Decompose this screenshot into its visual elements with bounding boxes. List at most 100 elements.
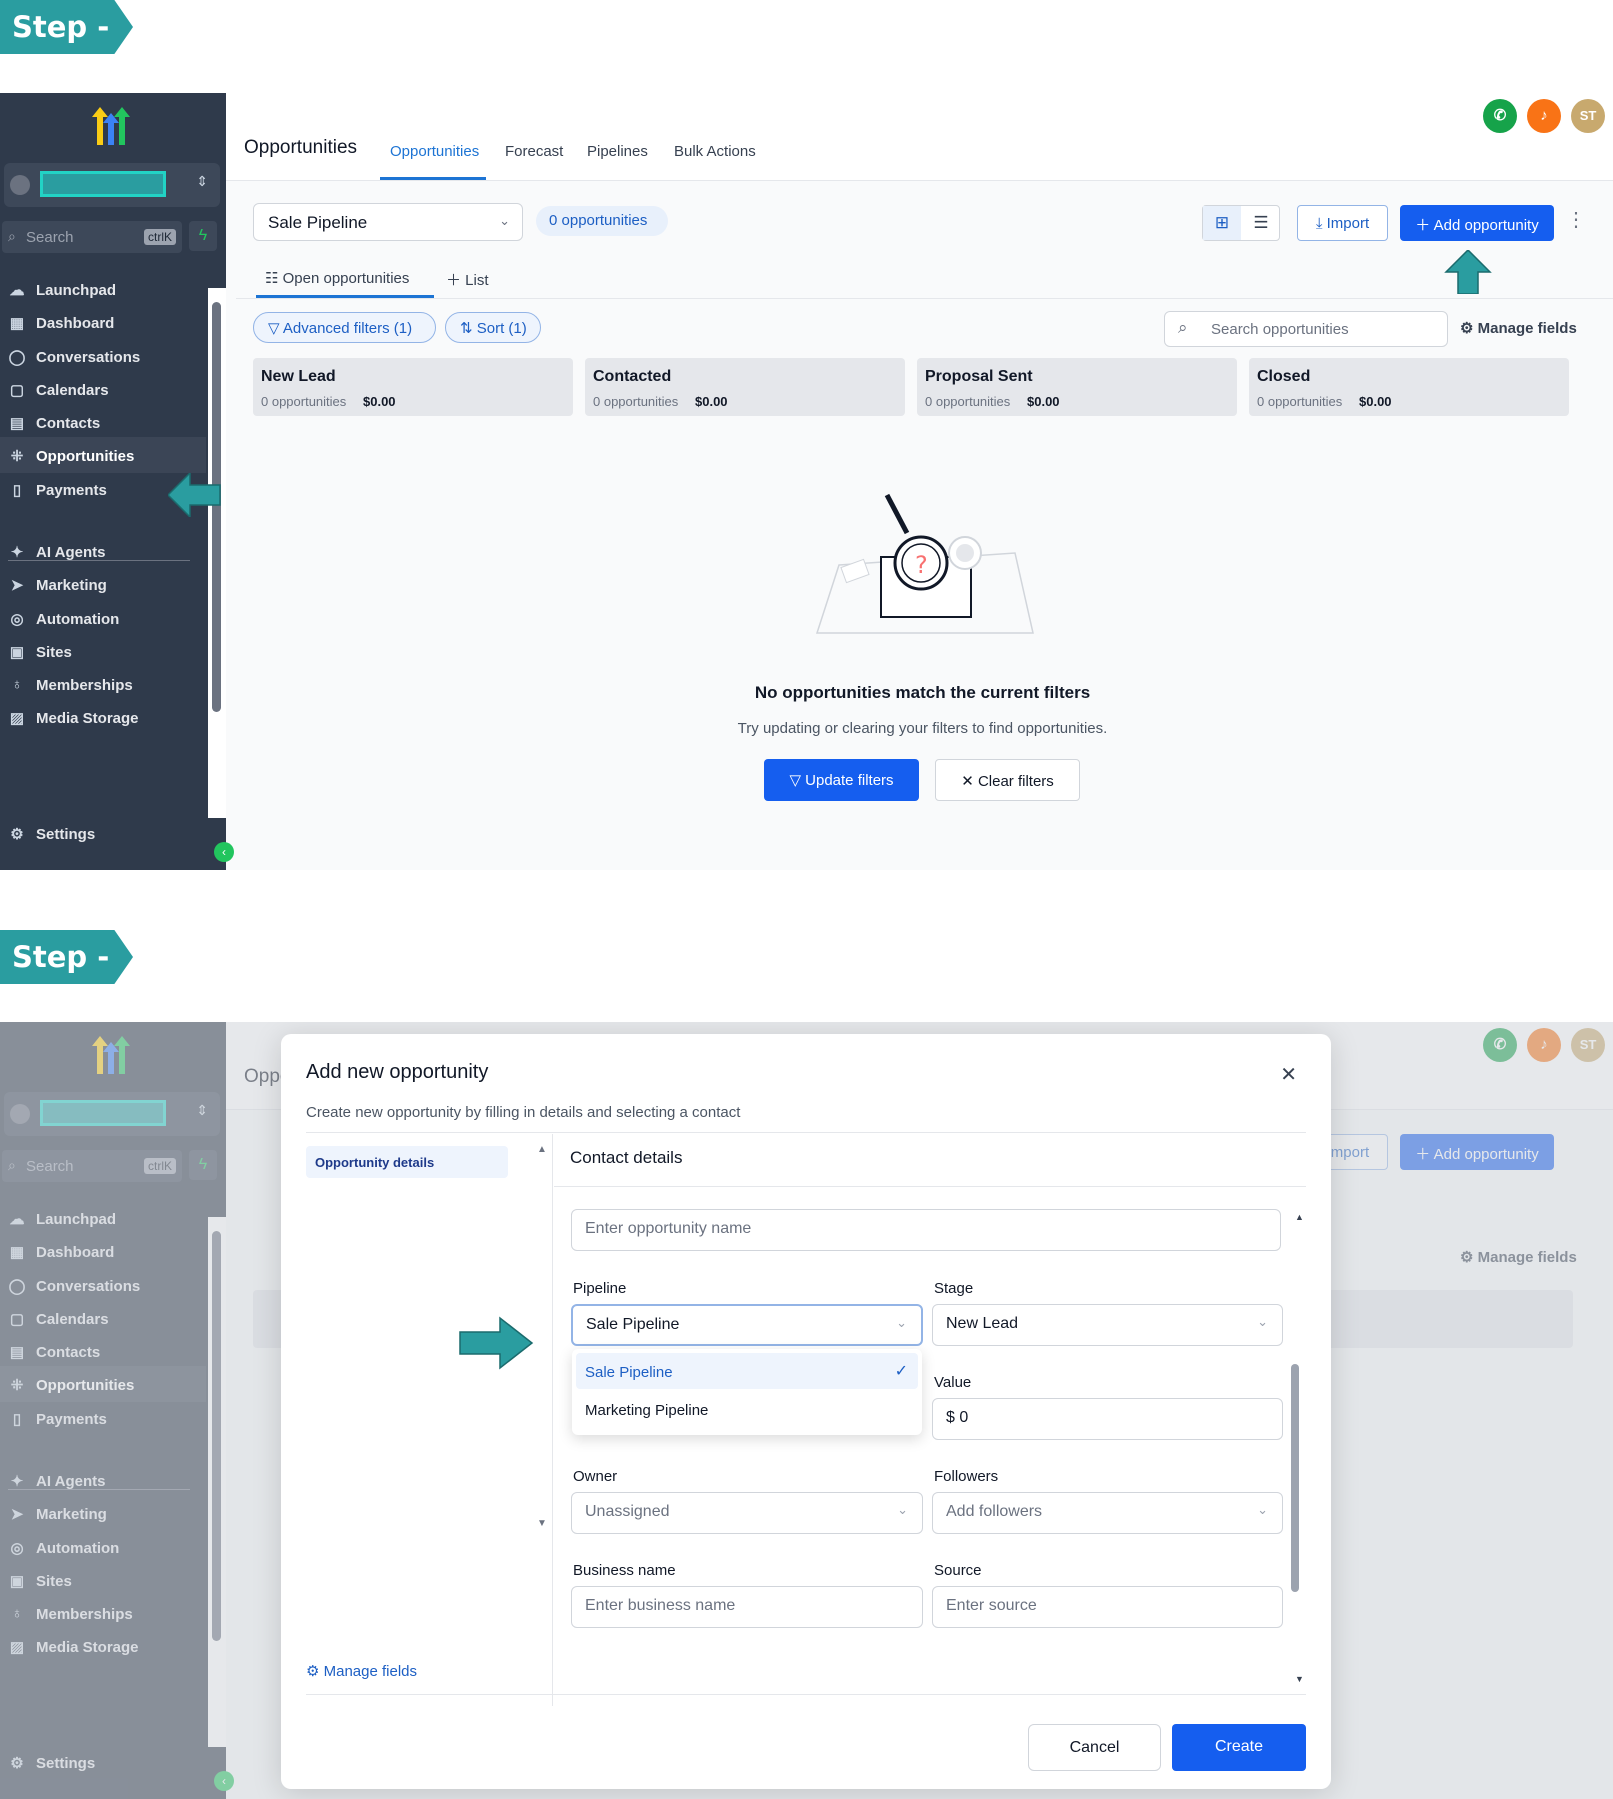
nav-opportunity-details[interactable]: Opportunity details <box>306 1146 508 1178</box>
bell-icon[interactable]: ♪ <box>1527 99 1561 133</box>
sidebar-item-ai-agents[interactable]: ✦ AI Agents <box>0 533 206 569</box>
sidebar-item-launchpad[interactable]: ☁ Launchpad <box>0 271 206 307</box>
payments-icon: ▯ <box>12 482 22 499</box>
plus-icon: ＋ <box>1415 217 1434 234</box>
board-view-icon[interactable]: ⊞ <box>1203 206 1241 240</box>
opportunity-name-input[interactable]: Enter opportunity name <box>571 1209 1281 1251</box>
more-options-icon[interactable]: ⋮ <box>1566 207 1586 232</box>
business-name-label: Business name <box>573 1562 676 1579</box>
filter-icon: ▽ <box>789 772 806 789</box>
tab-pipelines[interactable]: Pipelines <box>587 143 648 160</box>
followers-placeholder: Add followers <box>946 1503 1043 1520</box>
stage-count: 0 opportunities <box>1257 394 1343 409</box>
opportunities-icon: ⁜ <box>10 448 24 465</box>
add-opportunity-button[interactable]: ＋ Add opportunity <box>1400 205 1554 241</box>
sidebar-item-label: Launchpad <box>36 282 117 299</box>
sidebar-search[interactable]: ⌕ Search ctrlK <box>2 221 182 253</box>
annotation-arrow-right <box>459 1316 534 1370</box>
stage-value: $0.00 <box>1359 394 1392 409</box>
step-1-badge: Step - 1 <box>0 0 133 54</box>
add-list-tab[interactable]: ＋ List <box>446 269 489 290</box>
owner-select[interactable]: Unassigned ⌄ <box>571 1492 923 1534</box>
sidebar-item-calendars[interactable]: ▢ Calendars <box>0 371 206 407</box>
owner-select-value: Unassigned <box>585 1503 670 1520</box>
automation-icon: ◎ <box>10 611 24 628</box>
app-logo <box>92 107 130 145</box>
tab-open-opportunities[interactable]: ☷ Open opportunities <box>265 269 409 287</box>
chevron-down-icon: ⌄ <box>499 213 510 228</box>
create-button[interactable]: Create <box>1172 1724 1306 1771</box>
sidebar-search-placeholder: Search <box>26 229 74 246</box>
form-scrollbar-thumb[interactable] <box>1291 1364 1299 1592</box>
cancel-button[interactable]: Cancel <box>1028 1724 1161 1771</box>
followers-select[interactable]: Add followers ⌄ <box>932 1492 1283 1534</box>
stage-title: Proposal Sent <box>925 368 1033 385</box>
active-tab-indicator <box>380 177 486 180</box>
bolt-icon[interactable]: ϟ <box>189 221 217 251</box>
annotation-arrow-up <box>1444 250 1492 294</box>
pipeline-select[interactable]: Sale Pipeline ⌄ <box>253 203 523 241</box>
divider <box>552 1134 553 1706</box>
sidebar-item-settings[interactable]: ⚙ Settings <box>0 815 206 851</box>
user-avatar[interactable]: ST <box>1571 99 1605 133</box>
tab-forecast[interactable]: Forecast <box>505 143 563 160</box>
phone-icon[interactable]: ✆ <box>1483 99 1517 133</box>
update-filters-label: Update filters <box>805 772 894 789</box>
form-scroll-up-icon[interactable]: ▲ <box>1295 1212 1304 1222</box>
stage-count: 0 opportunities <box>925 394 1011 409</box>
sidebar-item-label: Payments <box>36 482 107 499</box>
tab-bulk-actions[interactable]: Bulk Actions <box>674 143 756 160</box>
filter-label: Advanced filters (1) <box>282 320 413 337</box>
value-input[interactable]: $ 0 <box>932 1398 1283 1440</box>
advanced-filters-button[interactable]: ▽ Advanced filters (1) <box>253 312 436 343</box>
chevron-down-icon: ⌄ <box>1257 1502 1268 1517</box>
sparkle-icon: ✦ <box>10 544 24 561</box>
source-input[interactable]: Enter source <box>932 1586 1283 1628</box>
stage-select[interactable]: New Lead ⌄ <box>932 1304 1283 1346</box>
close-icon: ✕ <box>961 773 978 790</box>
sidebar-item-contacts[interactable]: ▤ Contacts <box>0 404 206 440</box>
scroll-down-icon[interactable]: ▼ <box>537 1518 547 1529</box>
tab-opportunities[interactable]: Opportunities <box>390 143 479 160</box>
sidebar-item-marketing[interactable]: ➤ Marketing <box>0 566 206 602</box>
search-opportunities-input[interactable]: ⌕ Search opportunities <box>1164 311 1448 347</box>
clear-filters-button[interactable]: ✕ Clear filters <box>935 759 1080 801</box>
stage-count: 0 opportunities <box>261 394 347 409</box>
stage-select-value: New Lead <box>946 1315 1019 1332</box>
sidebar-item-label: Automation <box>36 611 120 628</box>
stage-title: Contacted <box>593 368 672 385</box>
annotation-arrow-left <box>168 473 221 517</box>
view-toggle: ⊞ ☰ <box>1202 205 1280 241</box>
business-name-input[interactable]: Enter business name <box>571 1586 923 1628</box>
sidebar-item-dashboard[interactable]: ▦ Dashboard <box>0 304 206 340</box>
pipeline-select-value: Sale Pipeline <box>268 213 368 232</box>
sidebar-item-automation[interactable]: ◎ Automation <box>0 600 206 636</box>
shortcut-badge: ctrlK <box>144 229 176 245</box>
sidebar-item-conversations[interactable]: ◯ Conversations <box>0 338 206 374</box>
form-scroll-down-icon[interactable]: ▼ <box>1295 1674 1304 1684</box>
option-sale-pipeline[interactable]: Sale Pipeline ✓ <box>576 1353 918 1389</box>
collapse-sidebar-icon[interactable]: ‹ <box>214 842 234 862</box>
close-icon[interactable]: ✕ <box>1280 1062 1297 1087</box>
sidebar-scrollbar[interactable] <box>208 288 226 818</box>
update-filters-button[interactable]: ▽ Update filters <box>764 759 919 801</box>
chevron-down-icon: ⌄ <box>1257 1314 1268 1329</box>
scroll-up-icon[interactable]: ▲ <box>537 1144 547 1155</box>
empty-state-subtitle: Try updating or clearing your filters to… <box>737 720 1108 737</box>
manage-fields-button[interactable]: ⚙ Manage fields <box>1460 319 1577 337</box>
tutorial-screenshot: Step - 1 ⇕ ⌕ Search ctrlK ϟ ☁ Launchpad ▦ D… <box>0 0 1613 1799</box>
stage-column-header: Proposal Sent 0 opportunities $0.00 <box>917 358 1237 416</box>
account-avatar <box>10 175 30 195</box>
owner-label: Owner <box>573 1468 618 1485</box>
modal-manage-fields-link[interactable]: ⚙ Manage fields <box>306 1662 417 1680</box>
list-view-icon[interactable]: ☰ <box>1242 206 1280 240</box>
sort-button[interactable]: ⇅ Sort (1) <box>445 312 541 343</box>
pipeline-label: Pipeline <box>573 1280 627 1297</box>
page-title: Opportunities <box>244 137 358 158</box>
account-switcher[interactable]: ⇕ <box>4 163 220 207</box>
sidebar-item-sites[interactable]: ▣ Sites <box>0 633 206 669</box>
sidebar-item-opportunities[interactable]: ⁜ Opportunities <box>0 437 206 473</box>
import-button[interactable]: ⤓ Import <box>1297 205 1388 241</box>
pipeline-select[interactable]: Sale Pipeline ⌄ <box>571 1304 923 1346</box>
option-marketing-pipeline[interactable]: Marketing Pipeline <box>576 1393 918 1429</box>
